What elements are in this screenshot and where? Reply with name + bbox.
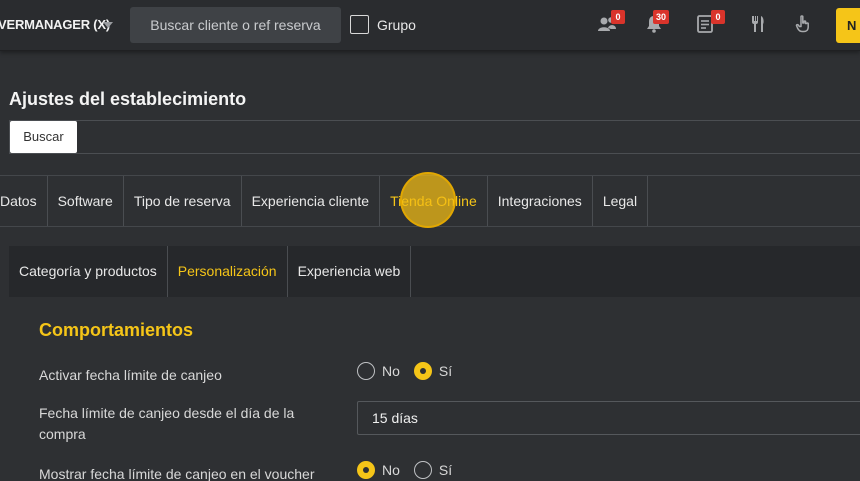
cutlery-icon — [752, 16, 764, 32]
page-title: Ajustes del establecimiento — [9, 89, 247, 109]
client-search-input[interactable]: Buscar cliente o ref reserva — [130, 7, 341, 43]
top-bar: VERMANAGER (X) Buscar cliente o ref rese… — [0, 0, 860, 51]
expiry-period-select[interactable]: 15 días — [357, 401, 860, 435]
hand-pointer-icon — [795, 15, 809, 33]
notifications-badge: 30 — [653, 10, 670, 24]
show-expiry-yes-radio[interactable] — [413, 461, 432, 479]
clients-badge: 0 — [611, 10, 625, 24]
tab-integraciones[interactable]: Integraciones — [488, 176, 593, 226]
sub-tabs: Categoría y productos Personalización Ex… — [9, 246, 860, 297]
orders-badge: 0 — [711, 10, 725, 24]
show-expiry-voucher-label: Mostrar fecha límite de canjeo en el vou… — [39, 466, 315, 481]
expiry-date-no-radio[interactable] — [357, 362, 375, 380]
group-checkbox-label: Grupo — [377, 17, 416, 33]
subtab-personalizacion[interactable]: Personalización — [168, 246, 288, 297]
caret-down-icon[interactable] — [103, 22, 113, 28]
clients-button[interactable]: 0 — [597, 10, 625, 37]
orders-button[interactable]: 0 — [697, 10, 725, 37]
tab-experiencia-cliente[interactable]: Experiencia cliente — [242, 176, 381, 226]
section-title: Comportamientos — [39, 320, 194, 340]
venue-selector[interactable]: VERMANAGER (X) — [0, 17, 110, 32]
search-button[interactable]: Buscar — [10, 121, 77, 153]
expiry-date-no-label: No — [382, 363, 400, 379]
subtab-categoria-y-productos[interactable]: Categoría y productos — [9, 246, 168, 297]
walk-in-button[interactable] — [795, 11, 821, 37]
new-reservation-button[interactable]: N — [836, 8, 860, 43]
expiry-date-toggle: No Sí — [357, 362, 466, 380]
tab-datos[interactable]: Datos — [0, 176, 48, 226]
expiry-period-label: Fecha límite de canjeo desde el día de l… — [39, 405, 295, 442]
group-checkbox[interactable] — [350, 15, 369, 34]
tab-software[interactable]: Software — [48, 176, 124, 226]
tab-tipo-de-reserva[interactable]: Tipo de reserva — [124, 176, 242, 226]
tab-tienda-online[interactable]: Tienda Online — [380, 176, 488, 226]
subtab-experiencia-web[interactable]: Experiencia web — [288, 246, 412, 297]
expiry-date-toggle-label: Activar fecha límite de canjeo — [39, 367, 222, 383]
expiry-date-yes-radio[interactable] — [413, 362, 432, 380]
tab-legal[interactable]: Legal — [593, 176, 649, 226]
show-expiry-no-radio[interactable] — [357, 461, 375, 479]
show-expiry-yes-label: Sí — [438, 462, 453, 478]
expiry-date-yes-label: Sí — [438, 363, 453, 379]
settings-search-bar: Buscar — [9, 120, 860, 154]
restaurant-button[interactable] — [750, 11, 776, 37]
main-tabs: Datos Software Tipo de reserva Experienc… — [0, 175, 860, 227]
notifications-button[interactable]: 30 — [645, 10, 671, 37]
show-expiry-voucher-toggle: No Sí — [357, 461, 466, 479]
show-expiry-no-label: No — [382, 462, 400, 478]
